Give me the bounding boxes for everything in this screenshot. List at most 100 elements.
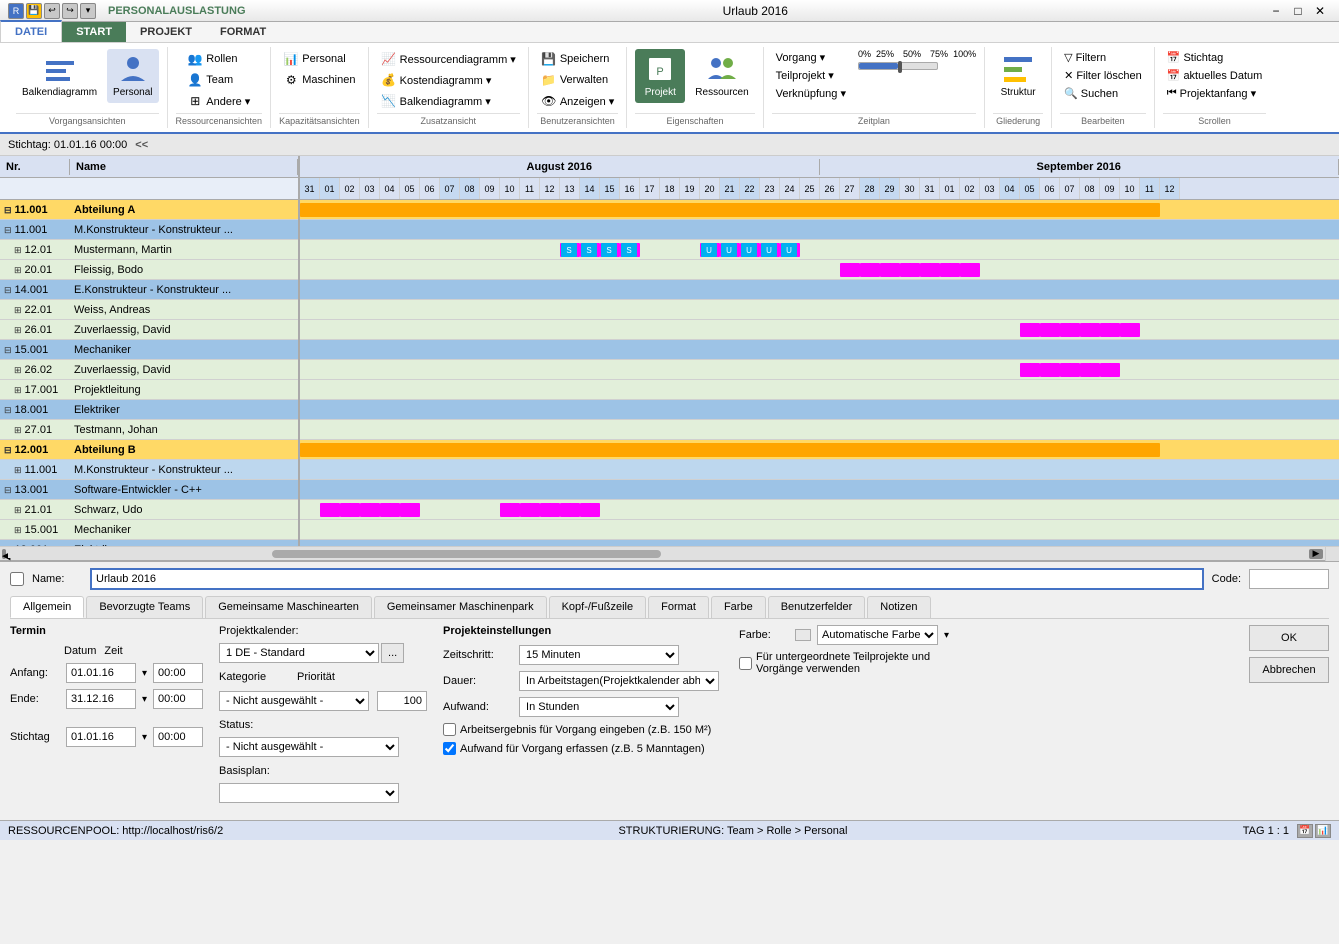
check2-checkbox[interactable] xyxy=(443,742,456,755)
basisplan-select[interactable] xyxy=(219,783,399,803)
farbe-checkbox[interactable] xyxy=(739,657,752,670)
ende-date-input[interactable] xyxy=(66,689,136,709)
anzeigen-button[interactable]: 👁 Anzeigen ▾ xyxy=(537,91,618,111)
rollen-button[interactable]: 👥 Rollen xyxy=(183,49,254,69)
win-minimize-button[interactable]: − xyxy=(1265,2,1287,20)
scroll-left-btn[interactable]: ◀ xyxy=(2,549,6,559)
gantt-row[interactable]: ⊞21.01 Schwarz, Udo xyxy=(0,500,298,520)
ende-date-dropdown[interactable]: ▾ xyxy=(142,694,147,705)
gantt-row[interactable]: ⊞12.01 Mustermann, Martin xyxy=(0,240,298,260)
anfang-time-input[interactable] xyxy=(153,663,203,683)
kategorie-select[interactable]: - Nicht ausgewählt - xyxy=(219,691,369,711)
win-close-button[interactable]: ✕ xyxy=(1309,2,1331,20)
gantt-row[interactable]: ⊞26.01 Zuverlaessig, David xyxy=(0,320,298,340)
speichern-button[interactable]: 💾 Speichern xyxy=(537,49,618,69)
tab-benutzerfelder[interactable]: Benutzerfelder xyxy=(768,596,866,618)
ende-time-input[interactable] xyxy=(153,689,203,709)
gantt-row[interactable]: ⊟14.001 E.Konstrukteur - Konstrukteur ..… xyxy=(0,280,298,300)
andere-button[interactable]: ⊞ Andere ▾ xyxy=(183,91,254,111)
gantt-row[interactable]: ⊟18.001 Elektriker xyxy=(0,400,298,420)
ressourcendiagramm-button[interactable]: 📈 Ressourcendiagramm ▾ xyxy=(377,49,520,69)
struktur-button[interactable]: Struktur xyxy=(993,49,1043,103)
save-icon-btn[interactable]: 💾 xyxy=(26,3,42,19)
tab-bevorzugte-teams[interactable]: Bevorzugte Teams xyxy=(86,596,203,618)
tab-format[interactable]: FORMAT xyxy=(206,22,280,42)
cancel-button[interactable]: Abbrechen xyxy=(1249,657,1329,683)
check1-checkbox[interactable] xyxy=(443,723,456,736)
zeitschritt-select[interactable]: 15 Minuten xyxy=(519,645,679,665)
kapazitaet-personal-button[interactable]: 📊 Personal xyxy=(279,49,359,69)
anfang-date-input[interactable] xyxy=(66,663,136,683)
gantt-row[interactable]: ⊞22.01 Weiss, Andreas xyxy=(0,300,298,320)
kostendiagramm-button[interactable]: 💰 Kostendiagramm ▾ xyxy=(377,70,520,90)
projektkalender-btn[interactable]: ... xyxy=(381,643,404,663)
tab-projekt[interactable]: PROJEKT xyxy=(126,22,206,42)
name-input[interactable] xyxy=(90,568,1204,590)
team-button[interactable]: 👤 Team xyxy=(183,70,254,90)
nav-left[interactable]: << xyxy=(135,139,148,151)
aufwand-select[interactable]: In Stunden xyxy=(519,697,679,717)
prioritaet-input[interactable] xyxy=(377,691,427,711)
code-input[interactable] xyxy=(1249,569,1329,589)
tab-allgemein[interactable]: Allgemein xyxy=(10,596,84,618)
scroll-thumb[interactable] xyxy=(272,550,662,558)
redo-icon-btn[interactable]: ↪ xyxy=(62,3,78,19)
ribbon: DATEI START PROJEKT FORMAT Balkendiagram… xyxy=(0,22,1339,134)
stichtag-date-dropdown[interactable]: ▾ xyxy=(142,732,147,743)
gantt-row[interactable]: ⊟12.001 Abteilung B xyxy=(0,440,298,460)
filter-loeschen-button[interactable]: ✕ Filter löschen xyxy=(1060,67,1146,84)
gantt-row[interactable]: ⊞11.001 M.Konstrukteur - Konstrukteur ..… xyxy=(0,460,298,480)
tab-datei[interactable]: DATEI xyxy=(0,20,62,42)
filtern-button[interactable]: ▽ Filtern xyxy=(1060,49,1146,66)
tab-notizen[interactable]: Notizen xyxy=(867,596,930,618)
teilprojekt-button[interactable]: Teilprojekt ▾ xyxy=(772,67,850,84)
gantt-row[interactable]: ⊞20.01 Fleissig, Bodo xyxy=(0,260,298,280)
gantt-row[interactable]: ⊞26.02 Zuverlaessig, David xyxy=(0,360,298,380)
settings-icon-btn[interactable]: ▾ xyxy=(80,3,96,19)
stichtag-time-input[interactable] xyxy=(153,727,203,747)
projektanfang-button[interactable]: ⏮ Projektanfang ▾ xyxy=(1163,85,1267,102)
gantt-row[interactable]: ⊞15.001 Mechaniker xyxy=(0,520,298,540)
kapazitaet-maschinen-button[interactable]: ⚙ Maschinen xyxy=(279,70,359,90)
gantt-row[interactable]: ⊟11.001 Abteilung A xyxy=(0,200,298,220)
tab-format[interactable]: Format xyxy=(648,596,709,618)
gantt-row[interactable]: ⊟13.001 Software-Entwickler - C++ xyxy=(0,480,298,500)
balkendiagramm2-button[interactable]: 📉 Balkendiagramm ▾ xyxy=(377,91,520,111)
horizontal-scrollbar[interactable]: ◀ ▶ xyxy=(0,546,1339,560)
tab-kopf-fusszeile[interactable]: Kopf-/Fußzeile xyxy=(549,596,647,618)
tab-farbe[interactable]: Farbe xyxy=(711,596,766,618)
gantt-row[interactable]: ⊟11.001 M.Konstrukteur - Konstrukteur ..… xyxy=(0,220,298,240)
stichtag-date-input[interactable] xyxy=(66,727,136,747)
projektkalender-select[interactable]: 1 DE - Standard xyxy=(219,643,379,663)
scroll-right-btn[interactable]: ▶ xyxy=(1309,549,1323,559)
win-maximize-button[interactable]: □ xyxy=(1287,2,1309,20)
aktuelles-datum-button[interactable]: 📅 aktuelles Datum xyxy=(1163,67,1267,84)
farbe-select[interactable]: Automatische Farbe xyxy=(817,625,938,645)
dauer-select[interactable]: In Arbeitstagen(Projektkalender abh. xyxy=(519,671,719,691)
balkendiagramm-button[interactable]: Balkendiagramm xyxy=(16,49,103,103)
undo-icon-btn[interactable]: ↩ xyxy=(44,3,60,19)
anfang-date-dropdown[interactable]: ▾ xyxy=(142,668,147,679)
gantt-row[interactable]: ⊞17.001 Projektleitung xyxy=(0,380,298,400)
tab-maschinenpark[interactable]: Gemeinsamer Maschinenpark xyxy=(374,596,547,618)
vorgang-button[interactable]: Vorgang ▾ xyxy=(772,49,850,66)
ressourcen-button[interactable]: Ressourcen xyxy=(689,49,754,103)
suchen-button[interactable]: 🔍 Suchen xyxy=(1060,85,1146,102)
tab-maschinearten[interactable]: Gemeinsame Maschinearten xyxy=(205,596,372,618)
farbe-dropdown-arrow[interactable]: ▾ xyxy=(944,630,949,641)
verknuepfung-button[interactable]: Verknüpfung ▾ xyxy=(772,85,850,102)
status-select[interactable]: - Nicht ausgewählt - xyxy=(219,737,399,757)
gantt-area: Nr. Name ⊟11.001 Abteilung A ⊟11.001 M.K… xyxy=(0,156,1339,546)
gantt-row[interactable]: ⊟15.001 Mechaniker xyxy=(0,340,298,360)
verwalten-button[interactable]: 📁 Verwalten xyxy=(537,70,618,90)
personal-button[interactable]: Personal xyxy=(107,49,158,103)
gantt-row[interactable]: ⊟18.001 Elektriker xyxy=(0,540,298,546)
stichtag-button[interactable]: 📅 Stichtag xyxy=(1163,49,1267,66)
status-icon-1[interactable]: 📅 xyxy=(1297,824,1313,838)
name-checkbox[interactable] xyxy=(10,572,24,586)
projekt-button[interactable]: P Projekt xyxy=(635,49,685,103)
ok-button[interactable]: OK xyxy=(1249,625,1329,651)
status-icon-2[interactable]: 📊 xyxy=(1315,824,1331,838)
tab-start[interactable]: START xyxy=(62,22,126,42)
gantt-row[interactable]: ⊞27.01 Testmann, Johan xyxy=(0,420,298,440)
